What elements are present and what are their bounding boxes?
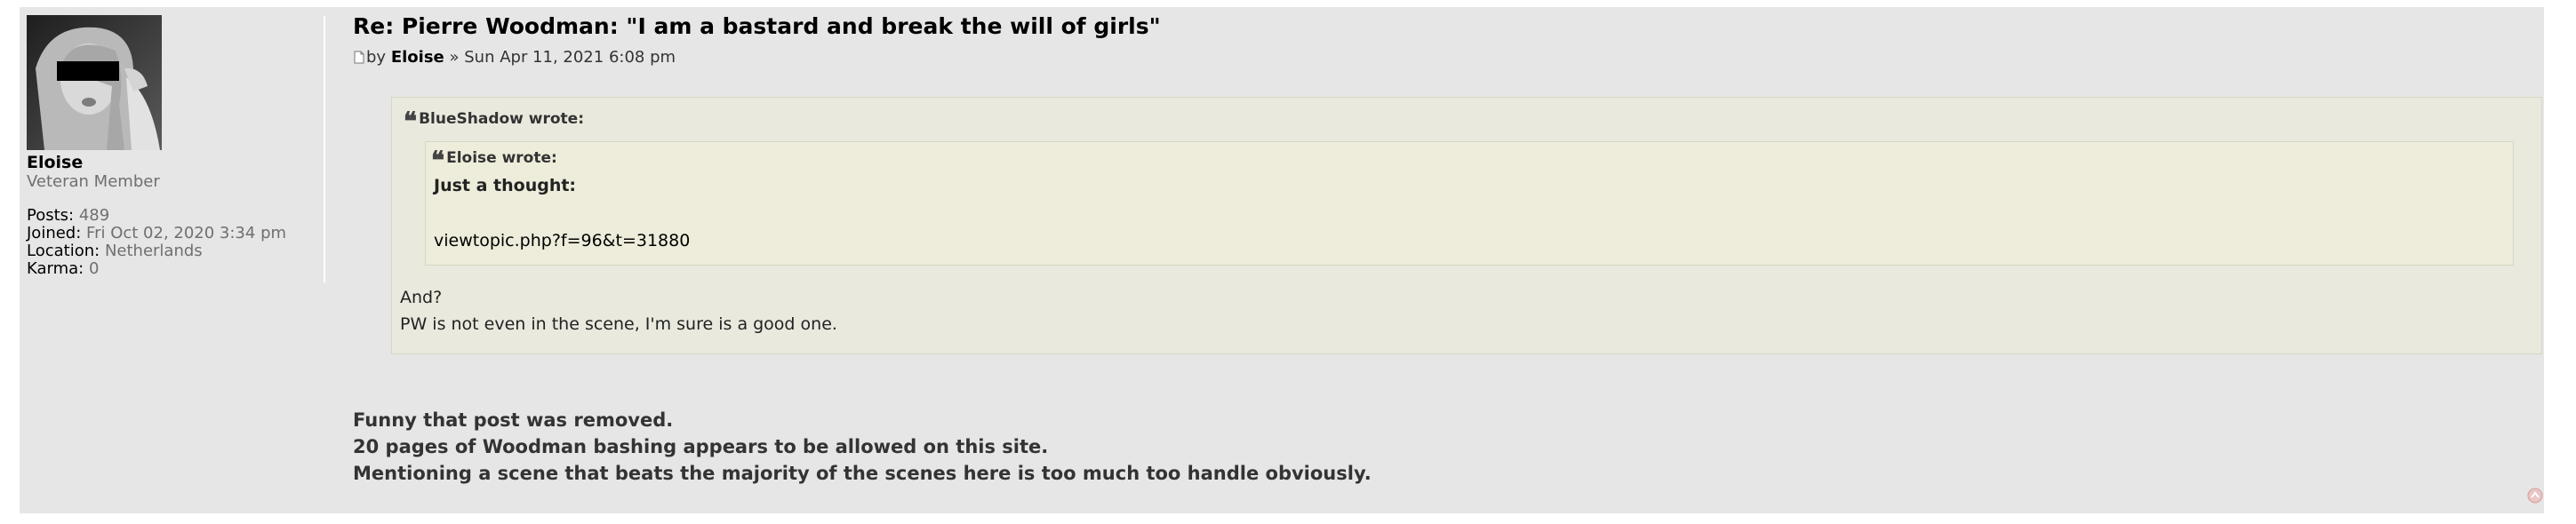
username[interactable]: Eloise — [27, 153, 320, 172]
stat-label: Karma: — [27, 259, 84, 278]
post-author[interactable]: Eloise — [391, 48, 444, 67]
quote-block: ❝ BlueShadow wrote: ❝ Eloise wrote: Just a… — [391, 97, 2542, 354]
stat-joined: Joined: Fri Oct 02, 2020 3:34 pm — [27, 225, 320, 242]
quote-link[interactable]: viewtopic.php?f=96&t=31880 — [434, 229, 690, 252]
post-body-line: Mentioning a scene that beats the majori… — [353, 463, 1372, 484]
separator: » — [449, 48, 460, 67]
back-to-top-icon[interactable] — [2527, 488, 2543, 504]
quote-text: And? — [400, 288, 443, 307]
quote-cite: ❝ BlueShadow wrote: — [404, 108, 585, 134]
avatar[interactable] — [27, 15, 162, 150]
quote-text: Just a thought: — [434, 176, 577, 195]
quote-cite-text: Eloise wrote: — [446, 149, 557, 167]
stat-karma: Karma: 0 — [27, 260, 320, 278]
stat-value: Fri Oct 02, 2020 3:34 pm — [86, 224, 287, 242]
post-icon[interactable] — [354, 49, 364, 70]
nested-quote-block: ❝ Eloise wrote: Just a thought: viewtopic… — [425, 141, 2514, 266]
profile-divider — [324, 16, 325, 282]
post-author-line: by Eloise » Sun Apr 11, 2021 6:08 pm — [354, 47, 676, 70]
user-rank: Veteran Member — [27, 172, 160, 191]
post-profile: Eloise Veteran Member Posts: 489 Joined:… — [27, 15, 320, 278]
quote-icon: ❝ — [431, 146, 444, 175]
quote-icon: ❝ — [404, 107, 417, 136]
stat-location: Location: Netherlands — [27, 242, 320, 260]
post-body: Funny that post was removed. 20 pages of… — [353, 407, 1372, 487]
quote-cite: ❝ Eloise wrote: — [431, 147, 557, 173]
stat-label: Joined: — [27, 224, 82, 242]
quote-cite-text: BlueShadow wrote: — [419, 110, 585, 128]
stat-value[interactable]: 489 — [79, 206, 109, 225]
post-date: Sun Apr 11, 2021 6:08 pm — [464, 48, 676, 67]
quote-text: PW is not even in the scene, I'm sure is… — [400, 314, 837, 334]
stat-value: Netherlands — [104, 242, 203, 260]
post-body-line: 20 pages of Woodman bashing appears to b… — [353, 436, 1049, 457]
stat-posts: Posts: 489 — [27, 207, 320, 225]
stat-label: Posts: — [27, 206, 75, 225]
by-label: by — [366, 48, 387, 67]
post-body-line: Funny that post was removed. — [353, 409, 674, 431]
stat-value: 0 — [88, 259, 100, 278]
post-title[interactable]: Re: Pierre Woodman: "I am a bastard and … — [353, 12, 1161, 41]
stat-label: Location: — [27, 242, 100, 260]
user-stats: Posts: 489 Joined: Fri Oct 02, 2020 3:34… — [27, 207, 320, 278]
